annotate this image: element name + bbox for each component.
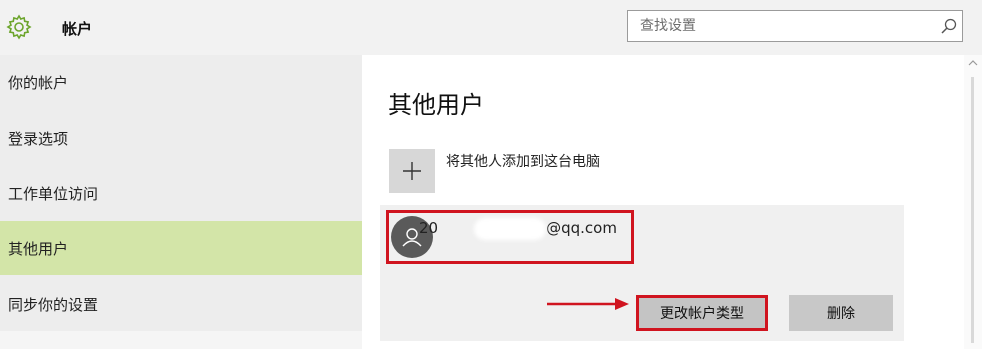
sidebar-item-your-account[interactable]: 你的帐户 — [0, 55, 362, 109]
sidebar-item-label: 登录选项 — [8, 129, 69, 148]
plus-icon — [403, 162, 421, 180]
sidebar-item-label: 其他用户 — [8, 239, 69, 258]
change-account-type-button[interactable]: 更改帐户类型 — [636, 295, 768, 331]
header-bar: 帐户 — [0, 0, 982, 55]
add-user-label[interactable]: 将其他人添加到这台电脑 — [446, 151, 600, 171]
sidebar-item-label: 你的帐户 — [8, 73, 69, 92]
arrow-icon — [547, 298, 629, 310]
search-box[interactable] — [627, 10, 963, 42]
sidebar: 你的帐户 登录选项 工作单位访问 其他用户 同步你的设置 — [0, 55, 362, 349]
search-icon[interactable] — [940, 17, 958, 35]
highlight-box — [386, 210, 634, 264]
scrollbar[interactable] — [964, 55, 982, 349]
main-content: 其他用户 将其他人添加到这台电脑 20 @qq.com 更改帐户类型 删除 — [362, 55, 982, 349]
sidebar-item-label: 工作单位访问 — [8, 184, 99, 203]
sidebar-divider — [0, 331, 362, 349]
sidebar-item-work-access[interactable]: 工作单位访问 — [0, 166, 362, 220]
sidebar-item-sync-settings[interactable]: 同步你的设置 — [0, 277, 362, 331]
delete-button[interactable]: 删除 — [789, 295, 893, 331]
add-user-button[interactable] — [389, 149, 435, 193]
chevron-up-icon[interactable] — [968, 59, 978, 67]
section-title: 其他用户 — [388, 91, 484, 119]
sidebar-item-label: 同步你的设置 — [8, 295, 99, 314]
page-title: 帐户 — [62, 20, 93, 38]
scroll-thumb[interactable] — [971, 77, 974, 343]
search-input[interactable] — [628, 11, 928, 41]
sidebar-item-other-users[interactable]: 其他用户 — [0, 221, 362, 275]
gear-icon — [6, 14, 32, 40]
sidebar-item-sign-in-options[interactable]: 登录选项 — [0, 111, 362, 165]
